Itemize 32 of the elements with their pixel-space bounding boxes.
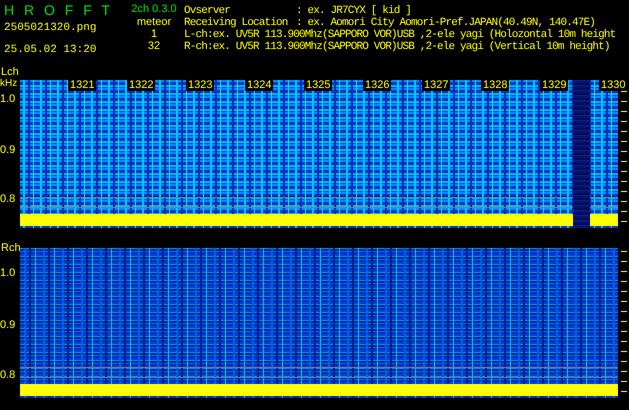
- time-label: 1322: [127, 80, 156, 91]
- axis-label: 0.8: [0, 192, 16, 205]
- time-label: 1328: [481, 80, 510, 91]
- axis-label: 1.0: [0, 266, 16, 279]
- count-value: 1: [150, 28, 158, 40]
- count-value: 32: [148, 40, 160, 52]
- time-label: 1324: [245, 80, 274, 91]
- info-value: : ex. Aomori City Aomori-Pref.JAPAN(40.49N, 140.47E): [296, 17, 596, 29]
- channel-info: R-ch:ex. UV5R 113.900Mhz(SAPPORO VOR)USB ,2-ele yagi (Vertical 10m height): [184, 41, 611, 53]
- channel-label: Lch: [1, 66, 19, 78]
- time-label: 1323: [186, 80, 214, 91]
- axis-label: 1.0: [0, 92, 16, 104]
- axis-label: 0.8: [0, 368, 16, 380]
- info-label: Receiving Location: [184, 17, 289, 29]
- version-label: 2ch 0.3.0: [131, 2, 177, 16]
- axis-label: 0.9: [0, 143, 16, 156]
- mode-label: meteor: [136, 16, 172, 28]
- filename: 2505021320.png: [4, 22, 98, 34]
- channel-info: L-ch:ex. UV5R 113.900Mhz(SAPPORO VOR)USB ,2-ele yagi (Holozontal 10m height: [184, 29, 616, 41]
- app-title: H R O F F T: [4, 2, 114, 18]
- time-label: 1325: [304, 80, 332, 91]
- channel-label: Rch: [1, 242, 21, 254]
- timestamp: 25.05.02 13:20: [4, 44, 98, 56]
- info-label: Ovserver: [184, 5, 232, 17]
- time-label: 1330: [598, 80, 628, 91]
- time-label: 1327: [422, 80, 450, 91]
- info-value: : ex. JR7CYX [ kid ]: [296, 5, 412, 17]
- axis-label: 0.9: [0, 318, 16, 330]
- time-label: 1321: [68, 80, 96, 91]
- unit-label: kHz: [0, 78, 18, 89]
- time-label: 1326: [363, 80, 392, 91]
- time-label: 1329: [540, 80, 568, 91]
